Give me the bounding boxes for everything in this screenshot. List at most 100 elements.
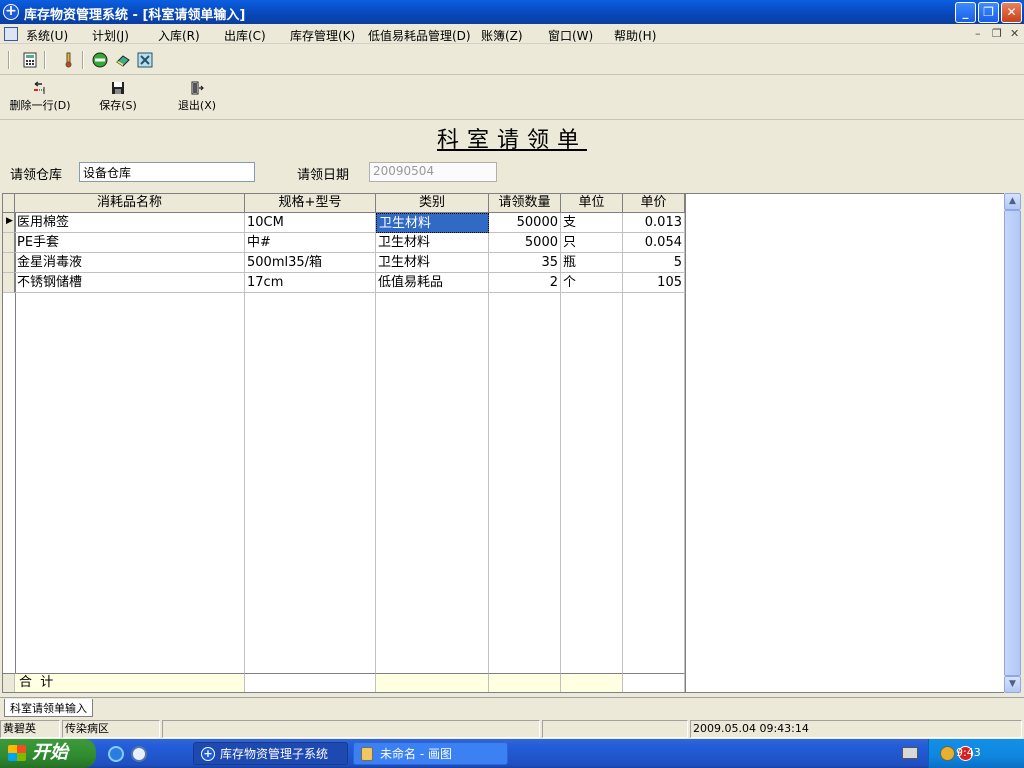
- tray-tools-icon[interactable]: [940, 746, 955, 761]
- cell-qty[interactable]: 2: [489, 273, 561, 293]
- exit-button[interactable]: 退出(X): [172, 81, 222, 113]
- cell-category-selected[interactable]: 卫生材料: [376, 213, 489, 233]
- toolbar-separator: [82, 51, 84, 69]
- taskbar-clock[interactable]: 9:43: [956, 739, 981, 767]
- row-header-corner: [3, 194, 15, 213]
- window-close-icon[interactable]: [137, 52, 153, 68]
- cell-unit[interactable]: 支: [561, 213, 623, 233]
- total-row-header: [3, 673, 15, 692]
- toolbar-grip: [8, 51, 10, 69]
- row-selector[interactable]: [3, 233, 15, 253]
- scroll-up-icon[interactable]: ▲: [1004, 193, 1021, 210]
- window-title: 库存物资管理系统 - [科室请领单输入]: [24, 8, 246, 23]
- task-inventory-system[interactable]: + 库存物资管理子系统: [193, 742, 348, 765]
- start-button[interactable]: 开始: [0, 739, 96, 768]
- row-selector[interactable]: [3, 273, 15, 293]
- windows-flag-icon: [8, 745, 26, 761]
- menu-system[interactable]: 系统(U): [26, 27, 68, 44]
- show-desktop-icon[interactable]: [131, 746, 147, 762]
- scroll-thumb[interactable]: [1004, 210, 1021, 676]
- cell-category[interactable]: 低值易耗品: [376, 273, 489, 293]
- menu-inventory[interactable]: 库存管理(K): [290, 27, 355, 44]
- menu-outbound[interactable]: 出库(C): [224, 27, 266, 44]
- books-icon[interactable]: [115, 52, 131, 68]
- menu-plan[interactable]: 计划(J): [92, 27, 129, 44]
- cell-category[interactable]: 卫生材料: [376, 253, 489, 273]
- cell-price[interactable]: 0.054: [623, 233, 685, 253]
- cell-qty[interactable]: 5000: [489, 233, 561, 253]
- col-header-qty[interactable]: 请领数量: [489, 194, 561, 213]
- col-header-category[interactable]: 类别: [376, 194, 489, 213]
- maximize-button[interactable]: ❐: [978, 2, 999, 23]
- menu-help[interactable]: 帮助(H): [614, 27, 656, 44]
- task-inventory-label: 库存物资管理子系统: [220, 747, 329, 761]
- cell-qty[interactable]: 50000: [489, 213, 561, 233]
- cell-name[interactable]: 不锈钢储槽: [15, 273, 245, 293]
- warehouse-label: 请领仓库: [10, 168, 63, 183]
- internet-explorer-icon[interactable]: [108, 746, 124, 762]
- current-row-arrow-icon: ▶: [6, 216, 13, 226]
- total-price: [623, 673, 685, 692]
- mdi-system-icon[interactable]: [4, 27, 18, 41]
- col-header-name[interactable]: 消耗品名称: [15, 194, 245, 213]
- total-unit: [561, 673, 623, 692]
- menu-ledger[interactable]: 账簿(Z): [481, 27, 523, 44]
- cell-name[interactable]: 金星消毒液: [15, 253, 245, 273]
- floppy-disk-icon: [112, 82, 124, 94]
- mdi-restore-icon[interactable]: ❐: [992, 27, 1002, 40]
- vertical-scrollbar[interactable]: ▲ ▼: [1004, 193, 1021, 693]
- task-paint[interactable]: 未命名 - 画图: [353, 742, 508, 765]
- thermometer-icon[interactable]: [60, 52, 76, 68]
- scroll-down-icon[interactable]: ▼: [1004, 676, 1021, 693]
- cell-price[interactable]: 0.013: [623, 213, 685, 233]
- cell-spec[interactable]: 中#: [245, 233, 376, 253]
- paint-icon: [361, 747, 373, 761]
- row-selector-current[interactable]: ▶: [3, 213, 15, 233]
- cell-name[interactable]: PE手套: [15, 233, 245, 253]
- action-toolbar: 删除一行(D) 保存(S) 退出(X): [0, 76, 1024, 120]
- icon-toolbar: [0, 45, 1024, 75]
- cell-spec[interactable]: 10CM: [245, 213, 376, 233]
- row-selector[interactable]: [3, 253, 15, 273]
- status-user: 黄碧英: [0, 720, 60, 738]
- cell-qty[interactable]: 35: [489, 253, 561, 273]
- cell-unit[interactable]: 个: [561, 273, 623, 293]
- calculator-icon[interactable]: [22, 52, 38, 68]
- keyboard-icon[interactable]: [902, 747, 918, 759]
- start-label: 开始: [32, 742, 68, 763]
- items-grid[interactable]: 消耗品名称 规格+型号 类别 请领数量 单位 单价 ▶ 医用棉签 10CM 卫生…: [2, 193, 686, 693]
- app-icon[interactable]: +: [3, 4, 19, 20]
- task-paint-label: 未命名 - 画图: [380, 747, 452, 761]
- save-button[interactable]: 保存(S): [92, 81, 144, 113]
- menu-low-value[interactable]: 低值易耗品管理(D): [368, 27, 471, 44]
- mdi-close-icon[interactable]: ✕: [1010, 27, 1019, 40]
- menu-inbound[interactable]: 入库(R): [158, 27, 200, 44]
- col-header-unit[interactable]: 单位: [561, 194, 623, 213]
- cell-spec[interactable]: 17cm: [245, 273, 376, 293]
- status-panel-empty: [542, 720, 688, 738]
- col-header-price[interactable]: 单价: [623, 194, 685, 213]
- menu-window[interactable]: 窗口(W): [548, 27, 593, 44]
- col-header-spec[interactable]: 规格+型号: [245, 194, 376, 213]
- close-button[interactable]: ✕: [1001, 2, 1022, 23]
- minimize-button[interactable]: _: [955, 2, 976, 23]
- grid-empty-area: [686, 193, 1004, 693]
- stop-icon[interactable]: [92, 52, 108, 68]
- cell-unit[interactable]: 只: [561, 233, 623, 253]
- status-bar: 黄碧英 传染病区 2009.05.04 09:43:14: [0, 719, 1024, 739]
- status-datetime: 2009.05.04 09:43:14: [690, 720, 1022, 738]
- cell-spec[interactable]: 500ml35/箱: [245, 253, 376, 273]
- cell-price[interactable]: 105: [623, 273, 685, 293]
- total-spec: [245, 673, 376, 692]
- mdi-minimize-icon[interactable]: –: [975, 27, 981, 40]
- warehouse-input[interactable]: 设备仓库: [79, 162, 255, 182]
- delete-row-button[interactable]: 删除一行(D): [5, 81, 75, 113]
- cell-unit[interactable]: 瓶: [561, 253, 623, 273]
- cell-price[interactable]: 5: [623, 253, 685, 273]
- total-qty: [489, 673, 561, 692]
- cell-name[interactable]: 医用棉签: [15, 213, 245, 233]
- cell-category[interactable]: 卫生材料: [376, 233, 489, 253]
- tab-requisition-input[interactable]: 科室请领单输入: [4, 699, 93, 717]
- form-title: 科室请领单: [436, 128, 587, 153]
- date-input[interactable]: 20090504: [369, 162, 497, 182]
